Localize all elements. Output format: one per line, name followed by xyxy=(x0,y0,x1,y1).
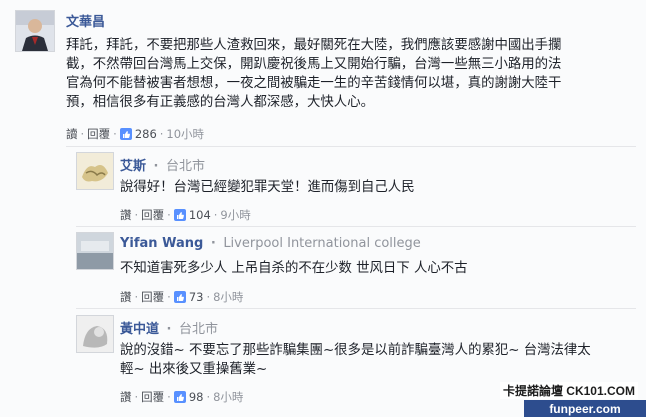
separator: · xyxy=(167,208,171,222)
like-count[interactable]: 73 xyxy=(189,290,204,304)
reply-link[interactable]: 回覆 xyxy=(141,289,164,305)
timestamp[interactable]: 10小時 xyxy=(166,126,204,142)
like-link[interactable]: 讚 xyxy=(120,289,132,305)
separator: · xyxy=(134,390,139,404)
reply-link[interactable]: 回覆 xyxy=(87,126,110,142)
like-link[interactable]: 讚 xyxy=(120,389,132,405)
comment-text: 不知道害死多少人 上吊自杀的不在少数 世风日下 人心不古 xyxy=(120,259,468,278)
avatar-photo xyxy=(77,316,113,352)
comment-text: 拜託，拜託，不要把那些人渣救回來，最好關死在大陸，我們應該要感謝中國出手攔 截，… xyxy=(66,36,561,112)
separator: · xyxy=(206,290,211,304)
commenter-location: 台北市 xyxy=(179,322,219,337)
comment-line: 拜託，拜託，不要把那些人渣救回來，最好關死在大陸，我們應該要感謝中國出手攔 xyxy=(66,38,562,53)
separator: · xyxy=(166,322,172,337)
comment-text: 說得好！台灣已經變犯罪天堂！進而傷到自己人民 xyxy=(120,178,415,197)
separator: · xyxy=(159,127,164,141)
avatar[interactable] xyxy=(76,152,114,190)
comment-actions: 讀 · 回覆 · 286 · 10小時 xyxy=(66,126,204,142)
commenter-location: Liverpool International college xyxy=(223,236,421,251)
divider xyxy=(76,308,636,309)
reply-link[interactable]: 回覆 xyxy=(141,207,164,223)
timestamp[interactable]: 9小時 xyxy=(220,207,250,223)
avatar[interactable] xyxy=(76,232,114,270)
commenter-name: Yifan Wang · Liverpool International col… xyxy=(120,236,421,251)
commenter-location: 台北市 xyxy=(166,159,206,174)
thumbs-up-icon[interactable] xyxy=(119,128,132,140)
separator: · xyxy=(167,290,171,304)
separator: · xyxy=(80,127,85,141)
thumbs-up-icon[interactable] xyxy=(173,209,186,221)
commenter-name[interactable]: 文華昌 xyxy=(66,11,105,30)
timestamp[interactable]: 8小時 xyxy=(213,389,243,405)
comment-actions: 讚 · 回覆 · 104 · 9小時 xyxy=(120,207,251,223)
like-link[interactable]: 讚 xyxy=(120,207,132,223)
separator: · xyxy=(113,127,117,141)
comment-line: 截，不然帶回台灣馬上交保，開趴慶祝後馬上又開始行騙，台灣一些無三小路用的法 xyxy=(66,57,562,72)
like-link[interactable]: 讀 xyxy=(66,126,78,142)
avatar[interactable] xyxy=(76,315,114,353)
divider xyxy=(66,146,636,147)
commenter-name-text[interactable]: 艾斯 xyxy=(120,159,146,174)
like-count[interactable]: 286 xyxy=(135,127,157,141)
avatar[interactable] xyxy=(15,10,55,52)
comment-line: 說的沒錯~ 不要忘了那些詐騙集團~很多是以前詐騙臺灣人的累犯~ 台灣法律太 xyxy=(120,343,591,358)
separator: · xyxy=(213,208,218,222)
divider xyxy=(76,226,636,227)
comment-line: 不知道害死多少人 上吊自杀的不在少数 世风日下 人心不古 xyxy=(120,261,468,276)
separator: · xyxy=(134,208,139,222)
avatar-photo xyxy=(77,153,113,189)
avatar-photo xyxy=(16,11,54,51)
comment-actions: 讚 · 回覆 · 73 · 8小時 xyxy=(120,289,243,305)
comment-line: 說得好！台灣已經變犯罪天堂！進而傷到自己人民 xyxy=(120,180,415,195)
commenter-name: 艾斯 · 台北市 xyxy=(120,155,205,174)
commenter-name-text[interactable]: Yifan Wang xyxy=(120,236,203,251)
commenter-name-text[interactable]: 黃中道 xyxy=(120,322,159,337)
commenter-name: 黃中道 · 台北市 xyxy=(120,318,218,337)
comment-line: 輕~ 出來後又重操舊業~ xyxy=(120,362,268,377)
commenter-name-text[interactable]: 文華昌 xyxy=(66,15,105,30)
thumbs-up-icon[interactable] xyxy=(173,291,186,303)
separator: · xyxy=(210,236,216,251)
watermark: 卡提諾論壇 CK101.COM xyxy=(499,382,638,399)
separator: · xyxy=(206,390,211,404)
avatar-photo xyxy=(77,233,113,269)
comment-actions: 讚 · 回覆 · 98 · 8小時 xyxy=(120,389,243,405)
site-badge: funpeer.com xyxy=(524,400,646,417)
timestamp[interactable]: 8小時 xyxy=(213,289,243,305)
separator: · xyxy=(153,159,159,174)
like-count[interactable]: 104 xyxy=(189,208,211,222)
thumbs-up-icon[interactable] xyxy=(173,391,186,403)
comment-line: 官為何不能替被害者想想，一夜之間被騙走一生的辛苦錢情何以堪，真的謝謝大陸干 xyxy=(66,76,562,91)
separator: · xyxy=(134,290,139,304)
separator: · xyxy=(167,390,171,404)
like-count[interactable]: 98 xyxy=(189,390,204,404)
reply-link[interactable]: 回覆 xyxy=(141,389,164,405)
comment-text: 說的沒錯~ 不要忘了那些詐騙集團~很多是以前詐騙臺灣人的累犯~ 台灣法律太 輕~… xyxy=(120,341,591,379)
comment-line: 預，相信很多有正義感的台灣人都深感，大快人心。 xyxy=(66,95,374,110)
